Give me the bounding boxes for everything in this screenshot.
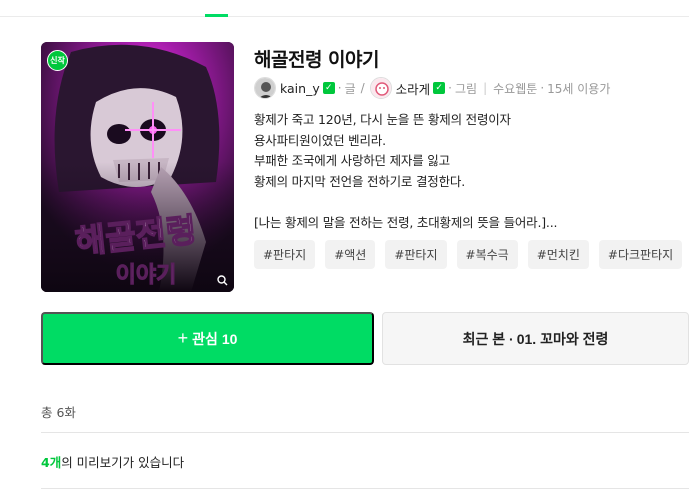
preview-text: 의 미리보기가 있습니다: [61, 455, 185, 470]
zoom-icon[interactable]: [217, 275, 228, 286]
tag-item[interactable]: #액션: [325, 240, 376, 269]
episode-total: 총 6화: [41, 405, 76, 420]
recent-episode-title: 01. 꼬마와 전령: [516, 330, 609, 347]
plus-icon: +: [177, 328, 189, 348]
active-tab-indicator: [205, 14, 228, 17]
writer-name[interactable]: kain_y: [280, 81, 320, 96]
top-divider: [0, 16, 689, 17]
tag-list: #판타지 #액션 #판타지 #복수극 #먼치킨 #다크판타지: [254, 240, 683, 269]
tag-item[interactable]: #판타지: [254, 240, 316, 269]
age-rating: 15세 이용가: [547, 81, 611, 96]
tag-item[interactable]: #먼치킨: [527, 240, 589, 269]
writer-role: 글: [344, 81, 356, 96]
synopsis-line: [254, 192, 684, 213]
favorite-count: 10: [221, 330, 238, 347]
new-badge: 신작: [47, 50, 68, 71]
divider: [41, 432, 689, 433]
synopsis-line: 황제의 마지막 전언을 전하기로 결정한다.: [254, 173, 465, 189]
synopsis-line: 황제가 죽고 120년, 다시 눈을 뜬 황제의 전령이자: [254, 112, 511, 127]
check-icon: ✓: [433, 82, 446, 94]
cover-image[interactable]: 해골전령 이야기 신작: [41, 42, 234, 292]
preview-notice[interactable]: 4개의 미리보기가 있습니다: [41, 452, 184, 471]
recent-episode-button[interactable]: 최근 본 · 01. 꼬마와 전령: [382, 312, 689, 365]
artist-avatar[interactable]: [369, 77, 392, 99]
role-separator: /: [360, 81, 365, 95]
favorite-label: 관심: [192, 330, 218, 347]
divider: [41, 488, 689, 489]
check-icon: ✓: [322, 82, 335, 94]
author-meta: kain_y ✓ · 글 / 소라게 ✓ · 그림 | 수요웹툰 · 15세 이…: [254, 76, 610, 100]
synopsis-line: 부패한 조국에게 사랑하던 제자를 잃고: [254, 153, 450, 169]
tag-item[interactable]: #다크판타지: [598, 240, 683, 269]
favorite-button[interactable]: + 관심 10: [41, 312, 374, 365]
author-avatar[interactable]: [254, 77, 276, 99]
preview-count: 4개: [41, 455, 62, 470]
tag-item[interactable]: #판타지: [385, 240, 447, 269]
artist-role: 그림: [455, 81, 478, 96]
cover-title-line2: 이야기: [116, 263, 177, 288]
webtoon-title: 해골전령 이야기: [254, 49, 379, 71]
publish-day: 수요웹툰: [493, 81, 538, 96]
synopsis-line: 용사파티원이였던 벤리라.: [254, 132, 386, 148]
synopsis-line: [나는 황제의 말을 전하는 전령, 초대황제의 뜻을 들어라.]...: [254, 214, 558, 230]
tag-item[interactable]: #복수극: [456, 240, 518, 269]
cover-art: 해골전령 이야기: [41, 42, 234, 292]
synopsis[interactable]: 황제가 죽고 120년, 다시 눈을 뜬 황제의 전령이자 용사파티원이였던 벤…: [254, 110, 684, 234]
artist-name[interactable]: 소라게: [396, 79, 431, 98]
recent-prefix: 최근 본 ·: [462, 330, 514, 347]
